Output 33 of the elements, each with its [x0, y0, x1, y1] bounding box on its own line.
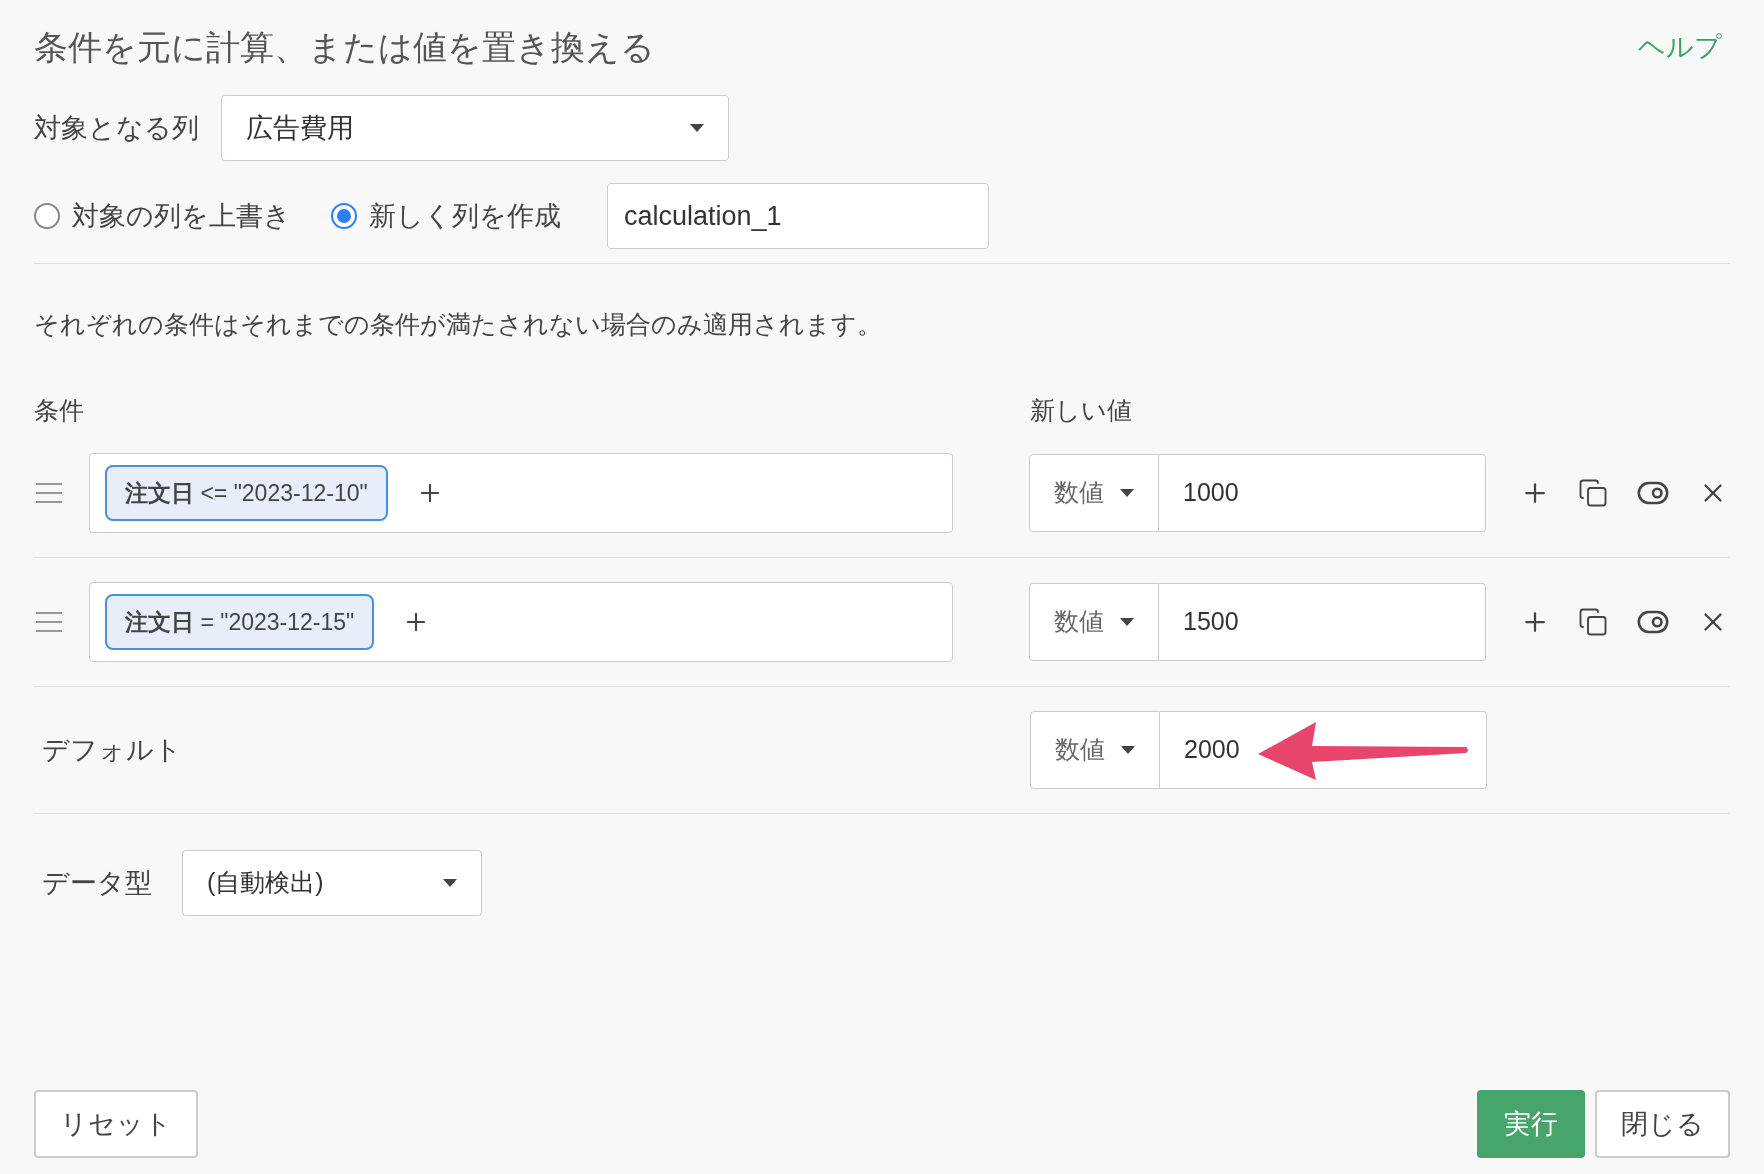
- copy-icon[interactable]: [1578, 478, 1608, 508]
- field-label: 対象となる列: [34, 111, 199, 145]
- condition-field[interactable]: 注文日 = "2023-12-15": [89, 582, 953, 662]
- value-field[interactable]: 1000: [1159, 454, 1486, 532]
- caret-icon: [1120, 618, 1134, 626]
- column-header: 新しい値: [1030, 394, 1132, 426]
- column-header: 条件: [34, 394, 85, 426]
- field-label: データ型: [42, 866, 152, 900]
- column-name-field[interactable]: calculation_1: [607, 183, 989, 249]
- condition-field[interactable]: 注文日 <= "2023-12-10": [89, 453, 953, 533]
- close-button[interactable]: 閉じる: [1595, 1090, 1730, 1158]
- radio-option[interactable]: 新しく列を作成: [331, 195, 561, 237]
- value-type-select[interactable]: 数値: [1029, 583, 1159, 661]
- copy-icon[interactable]: [1578, 607, 1608, 637]
- drag-handle-icon[interactable]: [36, 483, 62, 503]
- reset-button[interactable]: リセット: [34, 1090, 198, 1158]
- value-type-select[interactable]: 数値: [1030, 711, 1160, 789]
- target-column-select[interactable]: 広告費用: [221, 95, 729, 161]
- condition-chip[interactable]: 注文日 = "2023-12-15": [105, 593, 375, 651]
- dialog-title: 条件を元に計算、または値を置き換える: [34, 27, 655, 68]
- caret-icon: [690, 124, 704, 132]
- caret-icon: [1121, 746, 1135, 754]
- value-field[interactable]: 1500: [1159, 583, 1486, 661]
- value-field[interactable]: 2000: [1160, 711, 1487, 789]
- radio-option[interactable]: 対象の列を上書き: [34, 195, 291, 237]
- value-type-select[interactable]: 数値: [1029, 454, 1159, 532]
- condition-chip[interactable]: 注文日 <= "2023-12-10": [105, 464, 388, 522]
- caret-icon: [1120, 489, 1134, 497]
- info-text: それぞれの条件はそれまでの条件が満たされない場合のみ適用されます。: [34, 309, 883, 340]
- caret-icon: [443, 879, 457, 887]
- data-type-select[interactable]: (自動検出): [182, 850, 482, 916]
- default-label: デフォルト: [42, 733, 183, 767]
- drag-handle-icon[interactable]: [36, 612, 62, 632]
